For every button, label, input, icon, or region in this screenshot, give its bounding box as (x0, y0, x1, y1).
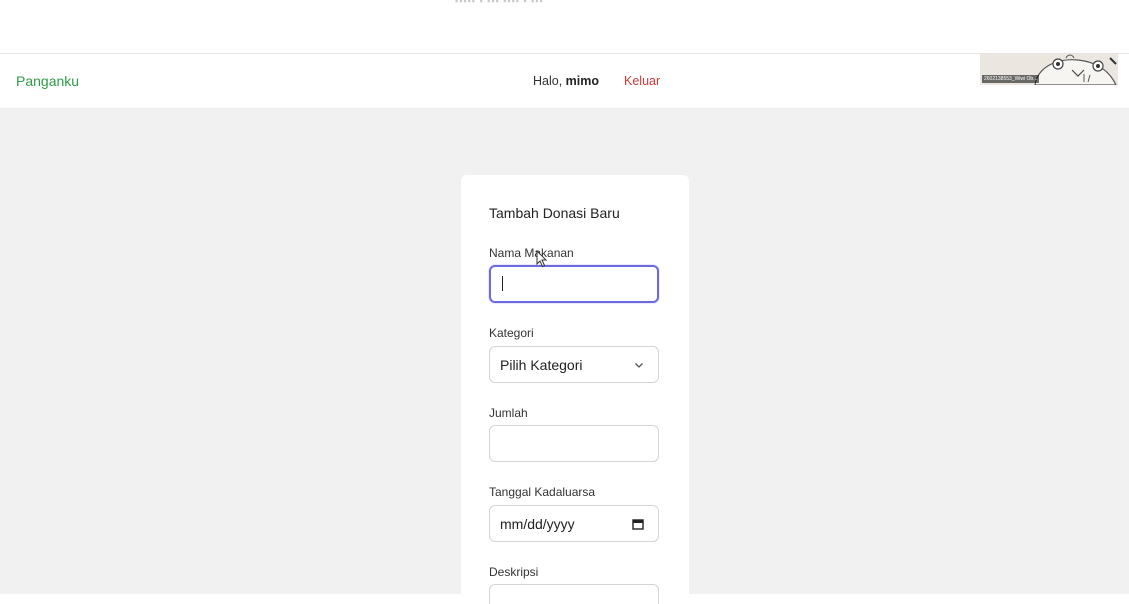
browser-top-strip: ▪▪▪▪▪ ▪ ▪▪▪ ▪▪▪▪ ▪ ▪▪▪ (0, 0, 1129, 54)
quantity-label: Jumlah (489, 406, 528, 420)
donation-form-card: Tambah Donasi Baru Nama Makanan Kategori… (461, 175, 689, 604)
description-textarea[interactable] (489, 584, 659, 604)
food-name-label: Nama Makanan (489, 246, 574, 260)
quantity-input[interactable] (489, 425, 659, 462)
user-greeting: Halo, mimo (533, 74, 599, 88)
chevron-down-icon (635, 362, 643, 368)
navbar: Panganku Halo, mimo Keluar (0, 54, 1129, 109)
username: mimo (565, 74, 599, 88)
category-select[interactable]: Pilih Kategori (489, 346, 659, 383)
expiry-date-label: Tanggal Kadaluarsa (489, 485, 596, 499)
brand-logo[interactable]: Panganku (16, 73, 79, 89)
clipped-top-text: ▪▪▪▪▪ ▪ ▪▪▪ ▪▪▪▪ ▪ ▪▪▪ (455, 0, 665, 4)
category-label: Kategori (489, 326, 534, 340)
expiry-date-input[interactable]: mm/dd/yyyy (489, 505, 659, 542)
category-selected-value: Pilih Kategori (500, 356, 583, 373)
logout-button[interactable]: Keluar (624, 74, 660, 88)
video-call-thumbnail: 2602138553_Wiwi Ob... (980, 54, 1118, 85)
calendar-icon[interactable] (632, 518, 644, 530)
date-placeholder: mm/dd/yyyy (500, 515, 575, 532)
description-label: Deskripsi (489, 565, 539, 579)
greeting-prefix: Halo, (533, 74, 566, 88)
text-caret (502, 276, 503, 291)
participant-name-label: 2602138553_Wiwi Ob... (982, 75, 1040, 83)
food-name-input[interactable] (489, 265, 659, 303)
form-title: Tambah Donasi Baru (489, 205, 620, 221)
